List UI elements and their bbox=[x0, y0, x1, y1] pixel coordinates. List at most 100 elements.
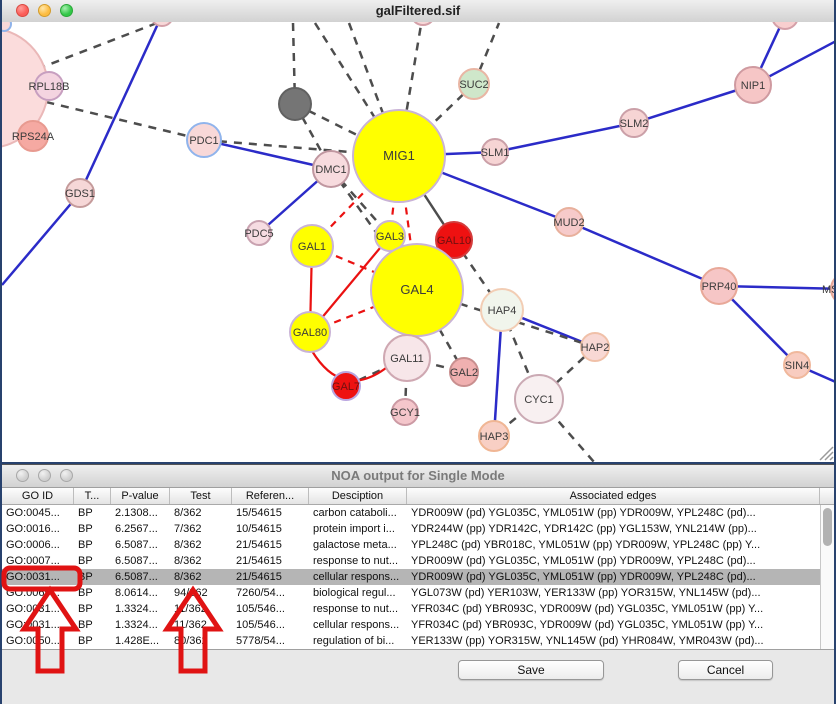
network-edge[interactable] bbox=[569, 222, 719, 286]
column-header-desciption[interactable]: Desciption bbox=[309, 488, 407, 504]
table-cell: BP bbox=[74, 553, 111, 569]
table-row[interactable]: GO:0031...BP1.3324...11/362105/546...res… bbox=[2, 601, 820, 617]
noa-window-title: NOA output for Single Mode bbox=[2, 465, 834, 487]
table-cell: BP bbox=[74, 633, 111, 649]
network-window-title: galFiltered.sif bbox=[2, 0, 834, 22]
screenshot-root: galFiltered.sif RPL18BRPS24AGDS1PDC1DMC1… bbox=[0, 0, 836, 704]
node-label: CYC1 bbox=[524, 394, 553, 406]
table-divider bbox=[2, 649, 834, 650]
table-header: GO IDT...P-valueTestReferen...Desciption… bbox=[2, 488, 834, 505]
node-label: GDS1 bbox=[65, 188, 95, 200]
network-edge[interactable] bbox=[495, 123, 634, 152]
network-titlebar[interactable]: galFiltered.sif bbox=[2, 0, 834, 23]
network-edge[interactable] bbox=[2, 193, 80, 285]
node-label: SIN4 bbox=[785, 360, 809, 372]
table-row[interactable]: GO:0045...BP2.1308...8/36215/54615carbon… bbox=[2, 505, 820, 521]
table-cell: 1.3324... bbox=[111, 601, 170, 617]
edge-layer bbox=[2, 22, 834, 462]
table-cell: 80/362 bbox=[170, 633, 232, 649]
column-header-p-value[interactable]: P-value bbox=[111, 488, 170, 504]
table-cell: BP bbox=[74, 521, 111, 537]
save-button[interactable]: Save bbox=[458, 660, 604, 680]
node-label: MIG1 bbox=[383, 148, 415, 163]
table-row[interactable]: GO:0065...BP8.0614...94/3627260/54...bio… bbox=[2, 585, 820, 601]
table-row[interactable]: GO:0006...BP6.5087...8/36221/54615galact… bbox=[2, 537, 820, 553]
table-scrollbar[interactable] bbox=[820, 505, 834, 649]
table-body: GO:0045...BP2.1308...8/36215/54615carbon… bbox=[2, 505, 820, 649]
node-label: HAP4 bbox=[488, 305, 517, 317]
table-cell: YDR009W (pd) YGL035C, YML051W (pp) YDR00… bbox=[407, 505, 820, 521]
table-row[interactable]: GO:0016...BP6.2567...7/36210/54615protei… bbox=[2, 521, 820, 537]
table-cell: BP bbox=[74, 537, 111, 553]
node-label: GCY1 bbox=[390, 407, 420, 419]
table-cell: response to nut... bbox=[309, 601, 407, 617]
table-cell: 11/362 bbox=[170, 617, 232, 633]
node-tinytl[interactable] bbox=[2, 22, 11, 31]
column-header-t-[interactable]: T... bbox=[74, 488, 111, 504]
node-label: RPL18B bbox=[29, 81, 70, 93]
table-cell: GO:0031... bbox=[2, 617, 74, 633]
node-label: GAL80 bbox=[293, 327, 327, 339]
table-cell: 94/362 bbox=[170, 585, 232, 601]
network-canvas[interactable]: RPL18BRPS24AGDS1PDC1DMC1PDC5MIG1SUC2SLM1… bbox=[2, 22, 834, 462]
table-row[interactable]: GO:0007...BP6.5087...8/36221/54615respon… bbox=[2, 553, 820, 569]
node-label: MUD2 bbox=[553, 217, 584, 229]
table-cell: cellular respons... bbox=[309, 617, 407, 633]
table-row[interactable]: GO:0050...BP1.428E...80/3625778/54...reg… bbox=[2, 633, 820, 649]
table-cell: GO:0031... bbox=[2, 601, 74, 617]
table-cell: 11/362 bbox=[170, 601, 232, 617]
table-cell: YGL073W (pd) YER103W, YER133W (pp) YOR31… bbox=[407, 585, 820, 601]
column-header-referen-[interactable]: Referen... bbox=[232, 488, 309, 504]
table-cell: 21/54615 bbox=[232, 553, 309, 569]
table-cell: biological regul... bbox=[309, 585, 407, 601]
table-cell: regulation of bi... bbox=[309, 633, 407, 649]
node-label: GAL11 bbox=[390, 353, 423, 365]
table-cell: 5778/54... bbox=[232, 633, 309, 649]
table-cell: BP bbox=[74, 569, 111, 585]
node-label: GAL2 bbox=[450, 367, 478, 379]
table-cell: BP bbox=[74, 585, 111, 601]
table-cell: 7/362 bbox=[170, 521, 232, 537]
resize-grip[interactable] bbox=[820, 447, 833, 460]
column-header-go-id[interactable]: GO ID bbox=[2, 488, 74, 504]
network-window: galFiltered.sif RPL18BRPS24AGDS1PDC1DMC1… bbox=[2, 0, 834, 462]
node-label: NIP1 bbox=[741, 80, 765, 92]
node-label: HAP2 bbox=[581, 342, 610, 354]
scrollbar-thumb[interactable] bbox=[823, 508, 832, 546]
table-cell: 8/362 bbox=[170, 569, 232, 585]
node-label: RPS24A bbox=[12, 131, 55, 143]
cancel-button[interactable]: Cancel bbox=[678, 660, 773, 680]
table-cell: 6.5087... bbox=[111, 553, 170, 569]
node-toprt[interactable] bbox=[772, 22, 798, 29]
node-topmid1[interactable] bbox=[151, 22, 173, 26]
table-cell: YPL248C (pd) YBR018C, YML051W (pp) YDR00… bbox=[407, 537, 820, 553]
table-cell: carbon cataboli... bbox=[309, 505, 407, 521]
table-cell: 8/362 bbox=[170, 553, 232, 569]
table-cell: 15/54615 bbox=[232, 505, 309, 521]
table-cell: GO:0016... bbox=[2, 521, 74, 537]
column-header-test[interactable]: Test bbox=[170, 488, 232, 504]
node-graynode[interactable] bbox=[279, 88, 311, 120]
table-cell: GO:0006... bbox=[2, 537, 74, 553]
table-row[interactable]: GO:0031...BP1.3324...11/362105/546...cel… bbox=[2, 617, 820, 633]
node-label: SLM1 bbox=[481, 147, 510, 159]
node-label: PDC5 bbox=[244, 228, 273, 240]
table-row[interactable]: GO:0031...BP6.5087...8/36221/54615cellul… bbox=[2, 569, 820, 585]
node-label: DMC1 bbox=[315, 164, 346, 176]
node-topmid2[interactable] bbox=[411, 22, 435, 25]
column-header-associated-edges[interactable]: Associated edges bbox=[407, 488, 820, 504]
noa-titlebar[interactable]: NOA output for Single Mode bbox=[2, 465, 834, 488]
table-cell: YDR009W (pd) YGL035C, YML051W (pp) YDR00… bbox=[407, 553, 820, 569]
network-edge[interactable] bbox=[80, 22, 162, 193]
table-cell: BP bbox=[74, 617, 111, 633]
table-cell: 2.1308... bbox=[111, 505, 170, 521]
table-cell: YFR034C (pd) YBR093C, YDR009W (pd) YGL03… bbox=[407, 617, 820, 633]
node-label: GAL10 bbox=[437, 235, 471, 247]
node-label: GAL7 bbox=[332, 381, 360, 393]
table-cell: 105/546... bbox=[232, 617, 309, 633]
table-cell: protein import i... bbox=[309, 521, 407, 537]
table-cell: 6.5087... bbox=[111, 569, 170, 585]
table-cell: 7260/54... bbox=[232, 585, 309, 601]
table-cell: galactose meta... bbox=[309, 537, 407, 553]
table-cell: 21/54615 bbox=[232, 537, 309, 553]
